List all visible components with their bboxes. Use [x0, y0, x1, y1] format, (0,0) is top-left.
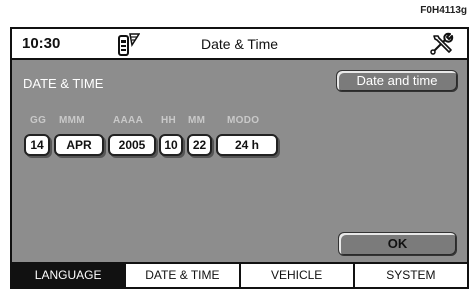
- tools-icon[interactable]: [429, 32, 455, 56]
- status-bar: 10:30 Date & Time: [12, 29, 467, 60]
- date-and-time-button[interactable]: Date and time: [336, 70, 458, 92]
- year-field[interactable]: 2005: [108, 134, 156, 156]
- screen-title: Date & Time: [200, 36, 279, 52]
- tab-language[interactable]: LANGUAGE: [12, 264, 125, 287]
- ok-button[interactable]: OK: [338, 232, 457, 256]
- day-label: GG: [30, 115, 47, 126]
- mode-label: MODO: [227, 115, 260, 126]
- minute-field[interactable]: 22: [187, 134, 212, 156]
- month-label: MMM: [59, 115, 85, 126]
- tab-date-time[interactable]: DATE & TIME: [124, 264, 238, 287]
- tab-vehicle[interactable]: VEHICLE: [238, 264, 353, 287]
- hour-field[interactable]: 10: [159, 134, 183, 156]
- day-field[interactable]: 14: [24, 134, 50, 156]
- month-field[interactable]: APR: [54, 134, 104, 156]
- section-title: DATE & TIME: [23, 76, 104, 91]
- bottom-tabs: LANGUAGE DATE & TIME VEHICLE SYSTEM: [12, 262, 467, 287]
- minute-label: MM: [188, 115, 206, 126]
- display-screen: 10:30 Date & Time DATE & TIME Date and t…: [10, 27, 469, 289]
- year-label: AAAA: [113, 115, 144, 126]
- figure-code: F0H4113g: [420, 5, 467, 16]
- tab-system[interactable]: SYSTEM: [352, 264, 467, 287]
- hour-label: HH: [161, 115, 177, 126]
- mode-field[interactable]: 24 h: [216, 134, 278, 156]
